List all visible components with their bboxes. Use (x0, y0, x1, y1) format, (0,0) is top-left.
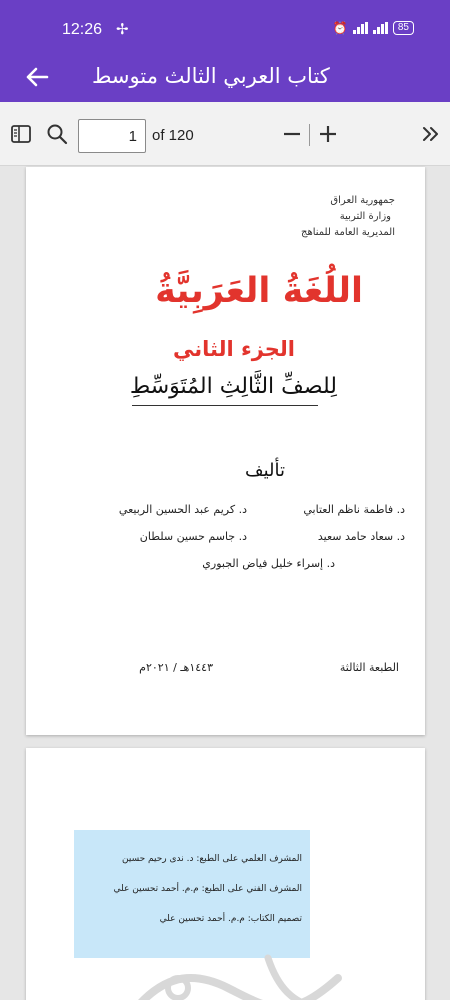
app-title: كتاب العربي الثالث متوسط (92, 64, 330, 88)
credits-box: المشرف العلمي على الطبع: د. ندى رحيم حسي… (74, 830, 310, 958)
edition-year: ١٤٤٣هـ / ٢٠٢١م (139, 661, 213, 674)
pdf-page-2[interactable]: المشرف العلمي على الطبع: د. ندى رحيم حسي… (26, 748, 425, 1000)
zoom-in-icon[interactable] (315, 121, 341, 147)
zoom-out-icon[interactable] (279, 121, 305, 147)
page-number-input[interactable] (78, 119, 146, 153)
pdf-page-1[interactable]: جمهورية العراق وزارة التربية المديرية ال… (26, 167, 425, 735)
author-5: د. إسراء خليل فياض الجبوري (202, 557, 335, 570)
search-icon[interactable] (44, 121, 70, 147)
author-1: د. فاطمة ناظم العتابي (303, 503, 405, 516)
signal-icon (352, 22, 368, 34)
status-right: ⏰ 85 (333, 21, 414, 35)
credit-line-3: تصميم الكتاب: م.م. أحمد تحسين علي (159, 914, 302, 924)
authors-heading: تأليف (244, 460, 285, 481)
page-count: of 120 (152, 127, 194, 144)
zoom-divider (309, 124, 310, 146)
author-3: د. سعاد حامد سعيد (317, 530, 405, 543)
title-underline (132, 405, 318, 406)
header-line-country: جمهورية العراق (330, 195, 395, 206)
alarm-icon: ⏰ (332, 21, 348, 35)
sidebar-toggle-icon[interactable] (8, 121, 34, 147)
battery-icon: 85 (392, 21, 414, 35)
edition-label: الطبعة الثالثة (339, 661, 399, 674)
double-chevron-right-icon[interactable] (418, 121, 444, 147)
status-bar: 12:26 ✢ ⏰ 85 (0, 0, 450, 56)
watermark-graphic (138, 954, 342, 1000)
credit-line-1: المشرف العلمي على الطبع: د. ندى رحيم حسي… (122, 854, 302, 864)
header-line-ministry: وزارة التربية (339, 211, 391, 222)
app-bar: كتاب العربي الثالث متوسط (0, 56, 450, 102)
part-title: الجزء الثاني (172, 337, 295, 361)
credit-line-2: المشرف الفني على الطبع: م.م. أحمد تحسين … (113, 884, 302, 894)
header-line-directorate: المديرية العامة للمناهج (300, 227, 395, 238)
grade-title: لِلصفِّ الثَّالِثِ المُتَوَسِّطِ (129, 374, 337, 399)
subject-title: اللُغَةُ العَرَبِيَّةُ (155, 271, 363, 311)
back-arrow-icon[interactable] (20, 60, 54, 94)
fan-icon: ✢ (116, 20, 129, 38)
pdf-toolbar: of 120 (0, 102, 450, 166)
author-2: د. كريم عبد الحسين الربيعي (118, 503, 247, 516)
author-4: د. جاسم حسين سلطان (139, 530, 247, 543)
signal-icon-2 (372, 22, 388, 34)
status-time: 12:26 (62, 21, 103, 38)
